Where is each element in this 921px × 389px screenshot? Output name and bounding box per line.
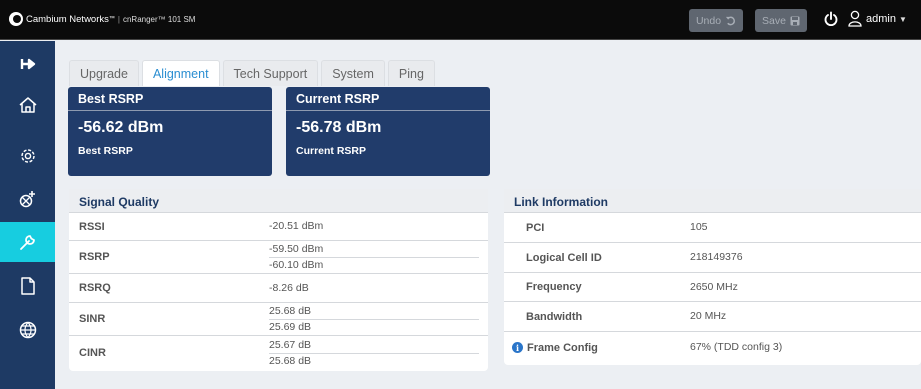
row-label: SINR: [79, 313, 106, 325]
row-value: -59.50 dBm: [269, 243, 324, 255]
tab-alignment[interactable]: Alignment: [141, 60, 220, 86]
floppy-icon: [790, 16, 800, 25]
row-label: RSSI: [79, 220, 105, 233]
undo-label: Undo: [695, 14, 722, 27]
row-label: Logical Cell ID: [526, 251, 602, 264]
tab-system[interactable]: System: [321, 60, 385, 86]
undo-button[interactable]: Undo: [689, 9, 743, 32]
power-icon[interactable]: [823, 11, 839, 27]
table-row: RSSI -20.51 dBm: [69, 213, 488, 241]
row-value: -60.10 dBm: [269, 257, 479, 272]
row-label-wrapper: i Frame Config: [504, 342, 690, 354]
table-row: CINR 25.67 dB 25.68 dB: [69, 336, 488, 369]
tab-ping[interactable]: Ping: [387, 60, 435, 86]
sidebar-item-file[interactable]: [0, 266, 55, 306]
table-row: Frequency 2650 MHz: [504, 273, 921, 302]
sidebar-item-tools[interactable]: [0, 222, 55, 262]
save-label: Save: [762, 14, 786, 27]
user-menu[interactable]: admin ▼: [847, 10, 907, 28]
sidebar-item-home[interactable]: [0, 85, 55, 125]
table-row: PCI 105: [504, 213, 921, 243]
row-value: 25.68 dB: [269, 305, 312, 317]
sidebar-item-pin[interactable]: [0, 44, 55, 84]
gear-icon: [20, 149, 35, 163]
product-name: cnRanger™ 101 SM: [122, 14, 196, 24]
best-rsrp-value: -56.62 dBm: [78, 119, 164, 136]
row-label: CINR: [79, 346, 106, 359]
table-row: Logical Cell ID 218149376: [504, 243, 921, 273]
table-row: SINR 25.68 dB 25.69 dB: [69, 303, 488, 336]
link-information-title: Link Information: [504, 189, 921, 213]
top-bar: Cambium Networks ™ | cnRanger™ 101 SM Un…: [0, 0, 921, 40]
row-label: Frequency: [526, 281, 582, 293]
sidebar-item-globe[interactable]: [0, 310, 55, 350]
row-value: 25.69 dB: [269, 319, 479, 334]
current-rsrp-header: Current RSRP: [286, 87, 490, 111]
home-icon: [19, 97, 36, 113]
table-row: i Frame Config 67% (TDD config 3): [504, 332, 921, 363]
tab-upgrade[interactable]: Upgrade: [69, 60, 139, 86]
wrench-icon: [19, 235, 35, 250]
row-value: 67% (TDD config 3): [690, 341, 783, 353]
best-rsrp-card: Best RSRP -56.62 dBm Best RSRP: [68, 87, 272, 176]
brand-name: Cambium Networks: [26, 13, 109, 25]
pin-icon: [20, 58, 35, 70]
sidebar: [0, 41, 55, 389]
link-information-panel: Link Information PCI 105 Logical Cell ID…: [504, 189, 921, 365]
row-label: Bandwidth: [526, 310, 583, 323]
row-label: RSRQ: [79, 282, 111, 294]
row-label: RSRP: [79, 251, 110, 263]
sidebar-item-network[interactable]: [0, 179, 55, 219]
row-value: 105: [690, 221, 708, 233]
current-rsrp-caption: Current RSRP: [296, 145, 367, 157]
info-icon[interactable]: i: [512, 342, 523, 353]
brand-trademark: ™: [108, 16, 115, 22]
cambium-logo-icon: [9, 12, 23, 26]
tab-tech-support[interactable]: Tech Support: [222, 60, 319, 86]
row-value: 218149376: [690, 251, 743, 263]
best-rsrp-caption: Best RSRP: [78, 145, 133, 157]
globe-icon: [19, 321, 36, 339]
undo-icon: [725, 16, 736, 26]
current-rsrp-card: Current RSRP -56.78 dBm Current RSRP: [286, 87, 490, 176]
best-rsrp-header: Best RSRP: [68, 87, 272, 111]
row-value: -20.51 dBm: [269, 220, 324, 232]
brand-separator: |: [117, 14, 120, 24]
sidebar-item-settings[interactable]: [0, 136, 55, 176]
row-value: -8.26 dB: [269, 281, 309, 294]
current-rsrp-value: -56.78 dBm: [296, 119, 382, 136]
tab-bar: Upgrade Alignment Tech Support System Pi…: [69, 60, 435, 86]
row-value: 2650 MHz: [690, 280, 738, 293]
row-value: 20 MHz: [690, 310, 727, 322]
user-name: admin: [866, 13, 896, 25]
signal-quality-panel: Signal Quality RSSI -20.51 dBm RSRP -59.…: [69, 189, 488, 371]
row-label: PCI: [526, 221, 545, 234]
table-row: RSRQ -8.26 dB: [69, 274, 488, 303]
save-button[interactable]: Save: [755, 9, 807, 32]
signal-quality-title: Signal Quality: [69, 189, 488, 213]
row-value: 25.67 dB: [269, 338, 312, 351]
user-icon: [848, 10, 862, 27]
network-icon: [19, 191, 35, 208]
brand: Cambium Networks ™ | cnRanger™ 101 SM: [9, 12, 195, 26]
row-value: 25.68 dB: [269, 352, 479, 368]
row-label: Frame Config: [527, 341, 598, 354]
table-row: Bandwidth 20 MHz: [504, 302, 921, 332]
chevron-down-icon: ▼: [898, 14, 907, 24]
table-row: RSRP -59.50 dBm -60.10 dBm: [69, 241, 488, 274]
file-icon: [20, 277, 35, 295]
